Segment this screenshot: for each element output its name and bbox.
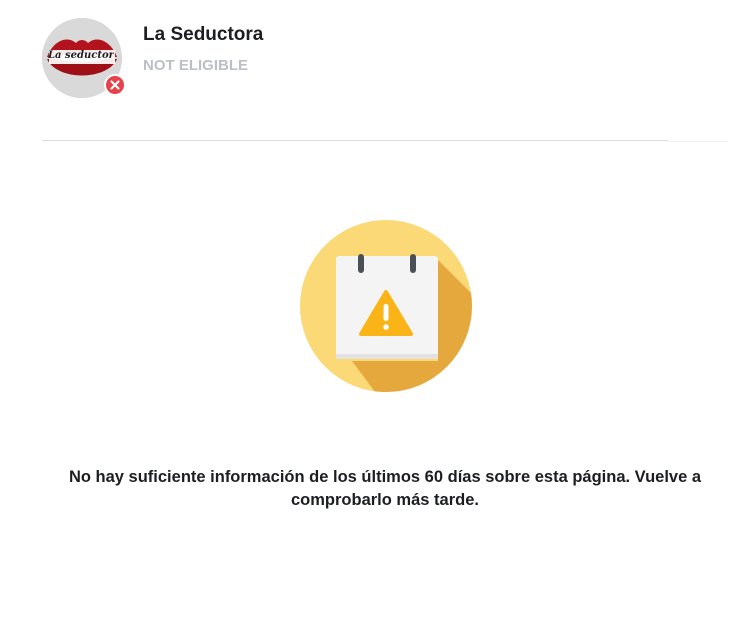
close-icon — [110, 80, 120, 90]
eligibility-status: NOT ELIGIBLE — [143, 57, 248, 74]
avatar-logo-text: La seductora — [48, 50, 114, 61]
calendar-warning-icon — [300, 220, 472, 392]
avatar-container[interactable]: La seductora — [42, 18, 126, 98]
page-header: La seductora La Seductora NOT ELIGIBLE — [0, 0, 755, 142]
divider-tail — [668, 141, 728, 142]
divider — [42, 140, 668, 141]
page-name[interactable]: La Seductora — [143, 23, 263, 47]
status-badge — [104, 74, 126, 96]
empty-state-message: No hay suficiente información de los últ… — [68, 468, 702, 509]
calendar-warning-illustration — [300, 220, 472, 392]
